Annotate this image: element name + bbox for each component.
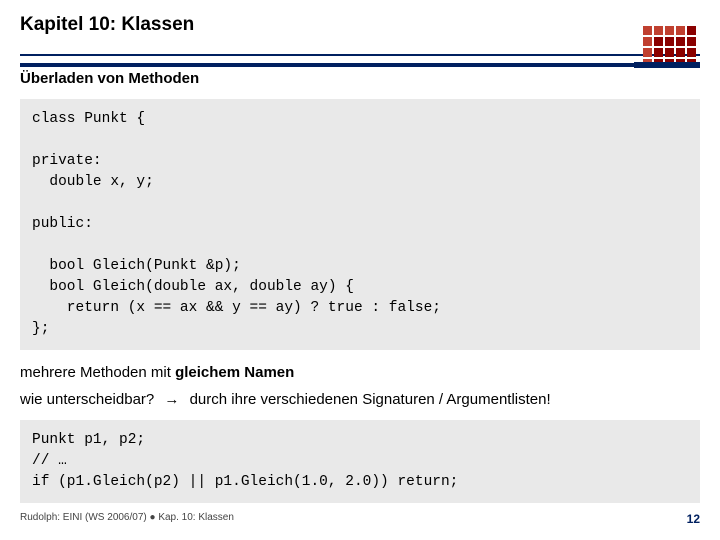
arrow-right-icon: → [164,391,179,408]
divider-thick [20,63,700,67]
explain-line-1: mehrere Methoden mit gleichem Namen [20,364,700,381]
explain-line-2: wie unterscheidbar? → durch ihre verschi… [20,391,700,408]
footer: Rudolph: EINI (WS 2006/07) ● Kap. 10: Kl… [20,512,700,526]
section-subtitle: Überladen von Methoden [20,70,700,87]
page-number: 12 [687,512,700,526]
code-block-1: class Punkt { private: double x, y; publ… [20,99,700,350]
divider-thin [20,54,700,56]
logo [630,26,700,68]
footer-text: Rudolph: EINI (WS 2006/07) ● Kap. 10: Kl… [20,512,234,526]
code-block-2: Punkt p1, p2; // … if (p1.Gleich(p2) || … [20,420,700,503]
chapter-title: Kapitel 10: Klassen [20,14,700,40]
logo-bar [634,62,700,68]
